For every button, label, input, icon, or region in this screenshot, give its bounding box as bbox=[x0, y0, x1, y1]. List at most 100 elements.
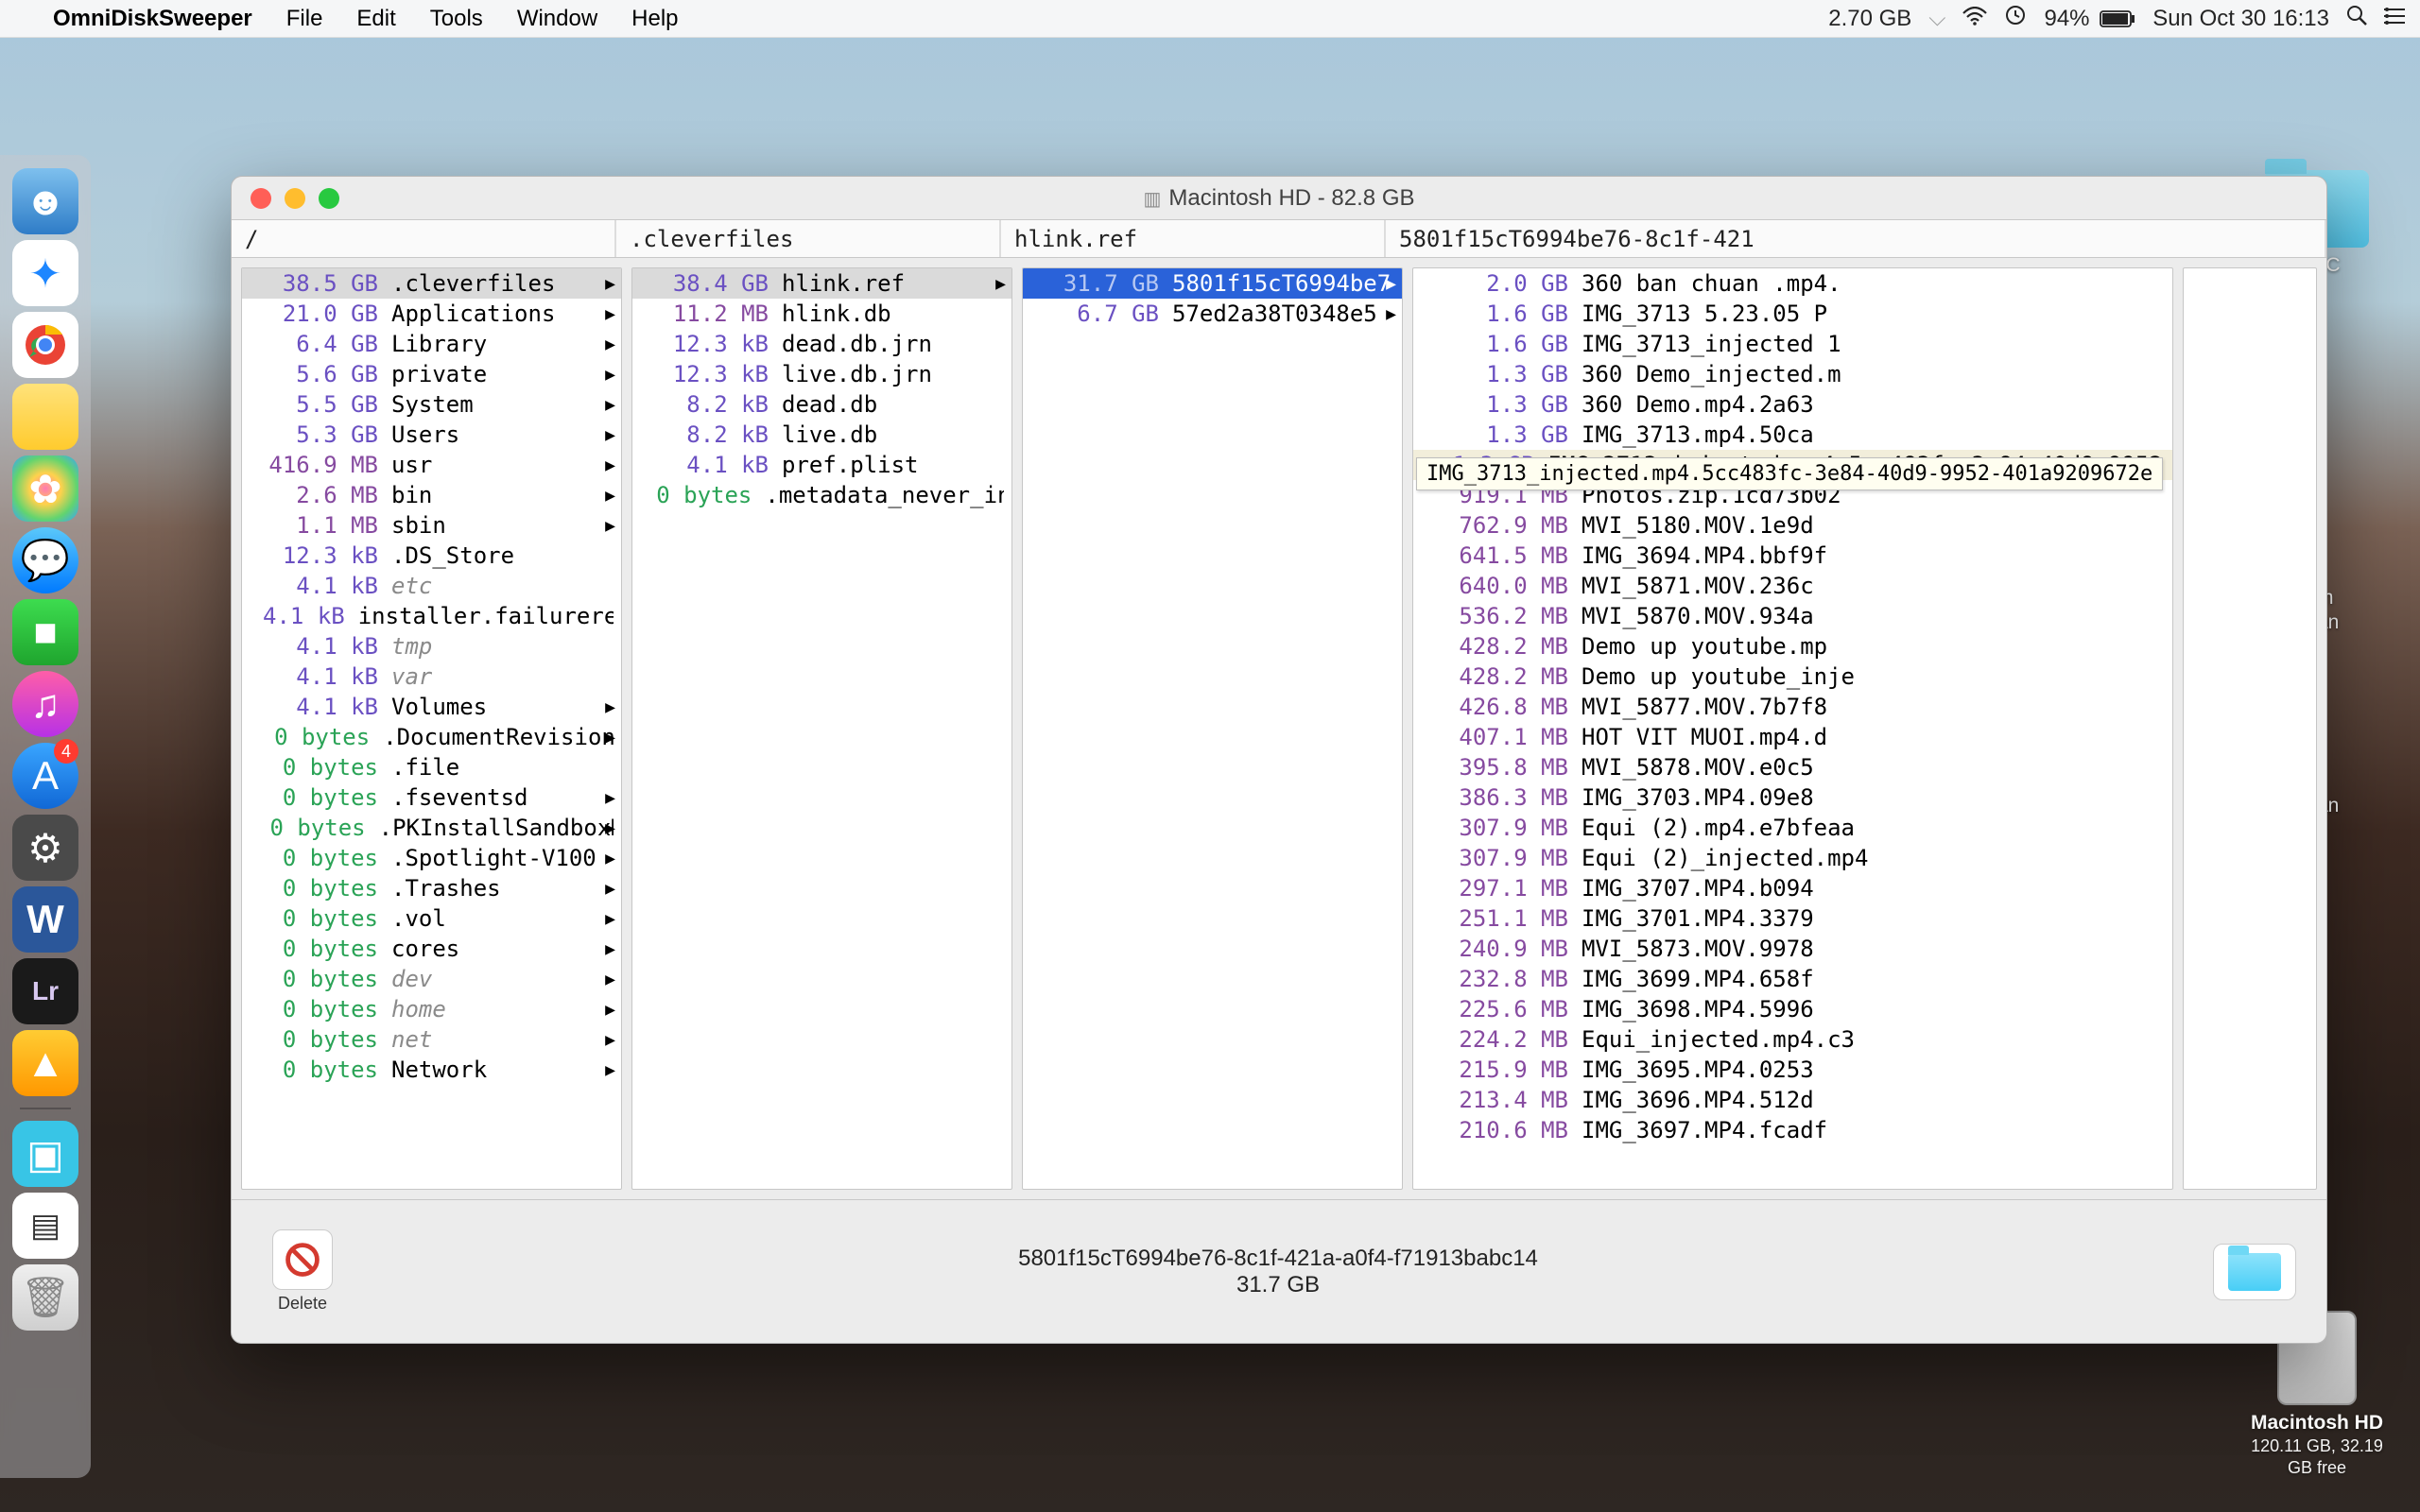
dock-appstore[interactable]: A4 bbox=[12, 743, 78, 809]
menu-tools[interactable]: Tools bbox=[413, 6, 500, 32]
list-item[interactable]: 2.0 GB360 ban chuan .mp4. bbox=[1413, 268, 2172, 299]
list-item[interactable]: 12.3 kBdead.db.jrn bbox=[632, 329, 1011, 359]
dock-photos[interactable]: ✿ bbox=[12, 455, 78, 522]
list-item[interactable]: 213.4 MBIMG_3696.MP4.512d bbox=[1413, 1085, 2172, 1115]
list-item[interactable]: 0 bytes.file bbox=[242, 752, 621, 782]
menu-window[interactable]: Window bbox=[500, 6, 614, 32]
dock-word[interactable]: W bbox=[12, 886, 78, 953]
battery-indicator[interactable]: 94% bbox=[2044, 6, 2135, 32]
list-item[interactable]: 386.3 MBIMG_3703.MP4.09e8 bbox=[1413, 782, 2172, 813]
list-item[interactable]: 4.1 kBpref.plist bbox=[632, 450, 1011, 480]
list-item[interactable]: 12.3 kB.DS_Store bbox=[242, 541, 621, 571]
list-item[interactable]: 407.1 MBHOT VIT MUOI.mp4.d bbox=[1413, 722, 2172, 752]
dock-lightroom[interactable]: Lr bbox=[12, 958, 78, 1024]
dock-stack[interactable]: ▤ bbox=[12, 1193, 78, 1259]
list-item[interactable]: 395.8 MBMVI_5878.MOV.e0c5 bbox=[1413, 752, 2172, 782]
list-item[interactable]: 38.4 GBhlink.ref▶ bbox=[632, 268, 1011, 299]
dock-settings[interactable]: ⚙ bbox=[12, 815, 78, 881]
column-2[interactable]: 38.4 GBhlink.ref▶11.2 MBhlink.db12.3 kBd… bbox=[631, 267, 1012, 1190]
list-item[interactable]: 215.9 MBIMG_3695.MP4.0253 bbox=[1413, 1055, 2172, 1085]
list-item[interactable]: 1.3 GB360 Demo_injected.m bbox=[1413, 359, 2172, 389]
list-item[interactable]: 4.1 kBinstaller.failurerequests bbox=[242, 601, 621, 631]
list-item[interactable]: 0 bytesnet▶ bbox=[242, 1024, 621, 1055]
list-item[interactable]: 4.1 kBetc bbox=[242, 571, 621, 601]
dock-omnidisksweeper[interactable]: ▲ bbox=[12, 1030, 78, 1096]
list-item[interactable]: 536.2 MBMVI_5870.MOV.934a bbox=[1413, 601, 2172, 631]
list-item[interactable]: 38.5 GB.cleverfiles▶ bbox=[242, 268, 621, 299]
notification-center-icon[interactable] bbox=[2384, 6, 2405, 32]
list-item[interactable]: 8.2 kBlive.db bbox=[632, 420, 1011, 450]
dock-folder[interactable]: ▣ bbox=[12, 1121, 78, 1187]
list-item[interactable]: 1.6 GBIMG_3713_injected 1 bbox=[1413, 329, 2172, 359]
list-item[interactable]: 1.3 GBIMG_3713.mp4.50ca bbox=[1413, 420, 2172, 450]
delete-button[interactable]: Delete bbox=[262, 1229, 343, 1314]
list-item[interactable]: 0 bytes.DocumentRevisions▶ bbox=[242, 722, 621, 752]
list-item[interactable]: 4.1 kBvar bbox=[242, 662, 621, 692]
status-storage[interactable]: 2.70 GB bbox=[1828, 6, 1911, 32]
list-item[interactable]: 0 bytes.fseventsd▶ bbox=[242, 782, 621, 813]
wifi-icon[interactable] bbox=[1962, 6, 1987, 32]
timemachine-icon[interactable] bbox=[2004, 4, 2027, 33]
list-item[interactable]: 1.3 GB360 Demo.mp4.2a63 bbox=[1413, 389, 2172, 420]
list-item[interactable]: 0 bytesdev▶ bbox=[242, 964, 621, 994]
list-item[interactable]: 416.9 MBusr▶ bbox=[242, 450, 621, 480]
breadcrumb[interactable]: 5801f15cT6994be76-8c1f-421 bbox=[1386, 220, 2326, 257]
dock-safari[interactable]: ✦ bbox=[12, 240, 78, 306]
dock-notes[interactable] bbox=[12, 384, 78, 450]
list-item[interactable]: 0 bytes.Spotlight-V100▶ bbox=[242, 843, 621, 873]
list-item[interactable]: 428.2 MBDemo up youtube.mp bbox=[1413, 631, 2172, 662]
list-item[interactable]: 5.3 GBUsers▶ bbox=[242, 420, 621, 450]
dock-chrome[interactable] bbox=[12, 312, 78, 378]
list-item[interactable]: 210.6 MBIMG_3697.MP4.fcadf bbox=[1413, 1115, 2172, 1145]
list-item[interactable]: 0 bytes.metadata_never_inde bbox=[632, 480, 1011, 510]
list-item[interactable]: 426.8 MBMVI_5877.MOV.7b7f8 bbox=[1413, 692, 2172, 722]
list-item[interactable]: 0 bytesNetwork▶ bbox=[242, 1055, 621, 1085]
list-item[interactable]: 225.6 MBIMG_3698.MP4.5996 bbox=[1413, 994, 2172, 1024]
column-1[interactable]: 38.5 GB.cleverfiles▶21.0 GBApplications▶… bbox=[241, 267, 622, 1190]
menu-edit[interactable]: Edit bbox=[339, 6, 412, 32]
list-item[interactable]: 6.7 GB57ed2a38T0348e5▶ bbox=[1023, 299, 1402, 329]
list-item[interactable]: 11.2 MBhlink.db bbox=[632, 299, 1011, 329]
dock-finder[interactable]: ☻ bbox=[12, 168, 78, 234]
breadcrumb[interactable]: hlink.ref bbox=[1001, 220, 1386, 257]
list-item[interactable]: 5.5 GBSystem▶ bbox=[242, 389, 621, 420]
list-item[interactable]: 8.2 kBdead.db bbox=[632, 389, 1011, 420]
list-item[interactable]: 21.0 GBApplications▶ bbox=[242, 299, 621, 329]
list-item[interactable]: 12.3 kBlive.db.jrn bbox=[632, 359, 1011, 389]
list-item[interactable]: 0 bytes.Trashes▶ bbox=[242, 873, 621, 903]
list-item[interactable]: 232.8 MBIMG_3699.MP4.658f bbox=[1413, 964, 2172, 994]
list-item[interactable]: 31.7 GB5801f15cT6994be7▶ bbox=[1023, 268, 1402, 299]
list-item[interactable]: 762.9 MBMVI_5180.MOV.1e9d bbox=[1413, 510, 2172, 541]
app-name-menu[interactable]: OmniDiskSweeper bbox=[36, 6, 269, 32]
list-item[interactable]: 251.1 MBIMG_3701.MP4.3379 bbox=[1413, 903, 2172, 934]
list-item[interactable]: 0 bytes.vol▶ bbox=[242, 903, 621, 934]
list-item[interactable]: 240.9 MBMVI_5873.MOV.9978 bbox=[1413, 934, 2172, 964]
datetime[interactable]: Sun Oct 30 16:13 bbox=[2152, 6, 2329, 32]
list-item[interactable]: 297.1 MBIMG_3707.MP4.b094 bbox=[1413, 873, 2172, 903]
list-item[interactable]: 5.6 GBprivate▶ bbox=[242, 359, 621, 389]
list-item[interactable]: 224.2 MBEqui_injected.mp4.c3 bbox=[1413, 1024, 2172, 1055]
dock-itunes[interactable]: ♫ bbox=[12, 671, 78, 737]
list-item[interactable]: 1.1 MBsbin▶ bbox=[242, 510, 621, 541]
list-item[interactable]: 4.1 kBtmp bbox=[242, 631, 621, 662]
breadcrumb[interactable]: .cleverfiles bbox=[616, 220, 1001, 257]
column-5-empty[interactable] bbox=[2183, 267, 2317, 1190]
list-item[interactable]: 2.6 MBbin▶ bbox=[242, 480, 621, 510]
reveal-in-finder-button[interactable] bbox=[2213, 1244, 2296, 1300]
list-item[interactable]: 4.1 kBVolumes▶ bbox=[242, 692, 621, 722]
list-item[interactable]: 0 byteshome▶ bbox=[242, 994, 621, 1024]
list-item[interactable]: 0 bytes.PKInstallSandboxMa▶ bbox=[242, 813, 621, 843]
dock-facetime[interactable]: ■ bbox=[12, 599, 78, 665]
list-item[interactable]: 640.0 MBMVI_5871.MOV.236c bbox=[1413, 571, 2172, 601]
column-4[interactable]: 2.0 GB360 ban chuan .mp4.1.6 GBIMG_3713 … bbox=[1412, 267, 2173, 1190]
spotlight-icon[interactable] bbox=[2346, 5, 2367, 32]
list-item[interactable]: 6.4 GBLibrary▶ bbox=[242, 329, 621, 359]
menu-file[interactable]: File bbox=[269, 6, 340, 32]
titlebar[interactable]: ▥Macintosh HD - 82.8 GB bbox=[232, 177, 2326, 220]
list-item[interactable]: 307.9 MBEqui (2)_injected.mp4 bbox=[1413, 843, 2172, 873]
dock-trash[interactable]: 🗑 bbox=[12, 1264, 78, 1331]
column-3[interactable]: 31.7 GB5801f15cT6994be7▶6.7 GB57ed2a38T0… bbox=[1022, 267, 1403, 1190]
list-item[interactable]: 641.5 MBIMG_3694.MP4.bbf9f bbox=[1413, 541, 2172, 571]
list-item[interactable]: 1.6 GBIMG_3713 5.23.05 P bbox=[1413, 299, 2172, 329]
list-item[interactable]: 428.2 MBDemo up youtube_inje bbox=[1413, 662, 2172, 692]
